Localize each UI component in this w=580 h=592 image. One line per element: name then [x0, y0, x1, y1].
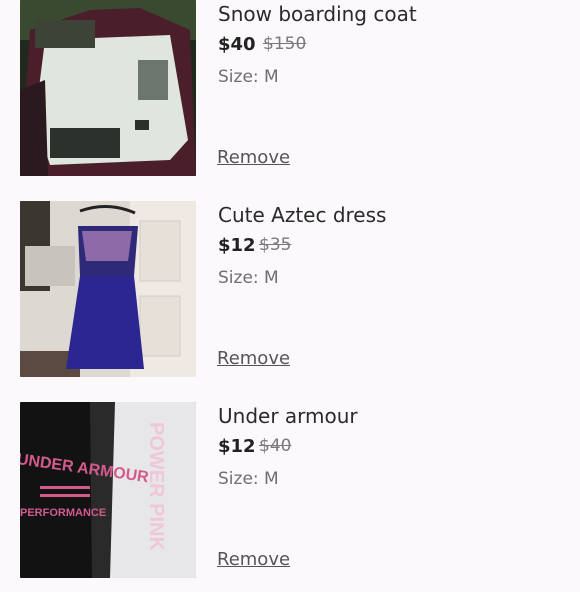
remove-button[interactable]: Remove: [217, 348, 290, 369]
item-price: $40: [218, 34, 256, 55]
item-photo-aztec-dress[interactable]: [20, 201, 196, 377]
under-armour-sub-text: PERFORMANCE: [20, 507, 106, 519]
cart-item: Cute Aztec dress $12 $35 Size: M Remove: [0, 201, 580, 391]
remove-button[interactable]: Remove: [217, 147, 290, 168]
item-original-price: $150: [263, 34, 307, 54]
item-photo-snowboard-coat[interactable]: [20, 0, 196, 176]
item-original-price: $40: [259, 436, 292, 456]
item-title: Cute Aztec dress: [218, 203, 387, 227]
cart-item: UNDER ARMOUR PERFORMANCE POWER PINK Unde…: [0, 402, 580, 592]
item-price: $12: [218, 235, 256, 256]
cart-item: Snow boarding coat $40 $150 Size: M Remo…: [0, 0, 580, 190]
item-title: Under armour: [218, 404, 358, 428]
item-size: Size: M: [218, 268, 279, 288]
item-size: Size: M: [218, 67, 279, 87]
item-photo-under-armour[interactable]: UNDER ARMOUR PERFORMANCE POWER PINK: [20, 402, 196, 578]
item-size: Size: M: [218, 469, 279, 489]
item-price: $12: [218, 436, 256, 457]
item-original-price: $35: [259, 235, 292, 255]
item-title: Snow boarding coat: [218, 2, 417, 26]
pink-power-text: POWER PINK: [145, 422, 167, 551]
remove-button[interactable]: Remove: [217, 549, 290, 570]
